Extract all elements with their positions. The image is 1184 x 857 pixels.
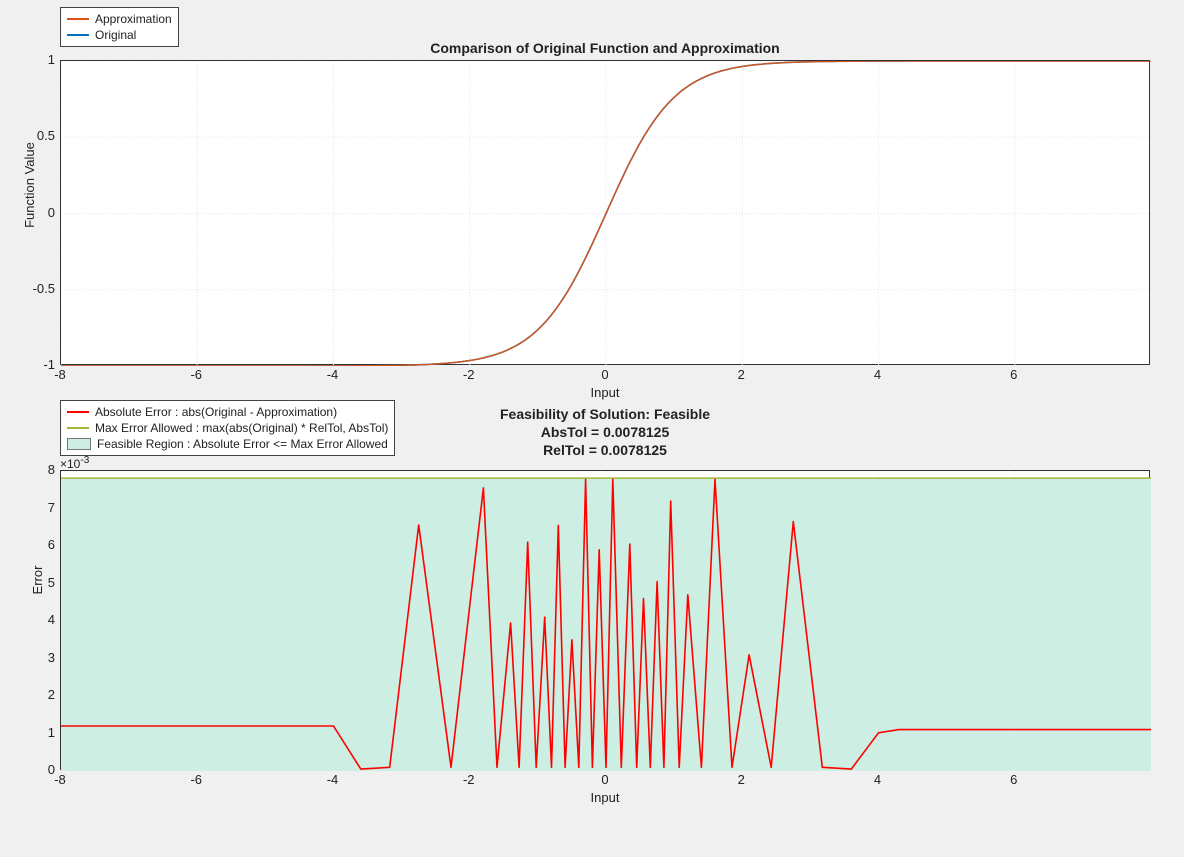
- chart2-plot: [61, 471, 1151, 771]
- chart2-ylabel: Error: [30, 520, 45, 640]
- chart1-title: Comparison of Original Function and Appr…: [60, 40, 1150, 56]
- chart1-axes: [60, 60, 1150, 365]
- matlab-figure: Comparison of Original Function and Appr…: [0, 0, 1184, 857]
- chart1-plot: [61, 61, 1151, 366]
- chart2-legend: Absolute Error : abs(Original - Approxim…: [60, 400, 395, 456]
- legend-entry: Original: [95, 27, 136, 43]
- chart2-y-exponent: ×10-3: [60, 455, 89, 471]
- legend-entry: Feasible Region : Absolute Error <= Max …: [97, 436, 388, 452]
- chart1-ylabel: Function Value: [22, 85, 37, 285]
- legend-entry: Approximation: [95, 11, 172, 27]
- chart2-xlabel: Input: [60, 790, 1150, 805]
- chart2-axes: [60, 470, 1150, 770]
- chart1-legend: ApproximationOriginal: [60, 7, 179, 47]
- chart1-xlabel: Input: [60, 385, 1150, 400]
- legend-entry: Max Error Allowed : max(abs(Original) * …: [95, 420, 388, 436]
- legend-entry: Absolute Error : abs(Original - Approxim…: [95, 404, 337, 420]
